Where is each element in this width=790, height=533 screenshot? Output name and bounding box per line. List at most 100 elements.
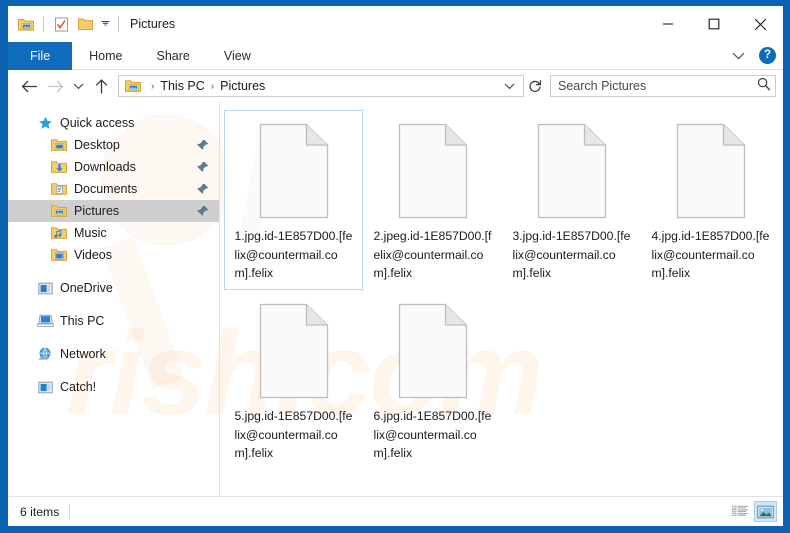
search-icon[interactable] <box>757 77 771 96</box>
status-separator <box>69 504 71 519</box>
file-item[interactable]: 4.jpg.id-1E857D00.[felix@countermail.com… <box>641 110 780 290</box>
star-icon <box>36 115 54 131</box>
file-name: 6.jpg.id-1E857D00.[felix@countermail.com… <box>373 409 492 460</box>
address-bar: › This PC › Pictures Search Pictures <box>8 70 783 102</box>
onedrive-icon <box>36 280 54 296</box>
folder-music-icon <box>50 225 68 241</box>
status-bar: 6 items <box>8 496 783 526</box>
maximize-icon[interactable] <box>691 6 737 42</box>
generic-file-icon <box>536 123 608 219</box>
sidebar-item-videos[interactable]: Videos <box>8 244 219 266</box>
properties-checkbox-icon[interactable] <box>49 12 73 36</box>
view-mode-buttons <box>729 501 777 522</box>
ribbon-collapse-chevron-down-icon[interactable] <box>727 45 749 67</box>
generic-file-icon <box>258 303 330 399</box>
new-folder-icon[interactable] <box>73 12 97 36</box>
sidebar-label: Downloads <box>74 160 136 174</box>
folder-pictures-icon[interactable] <box>14 12 38 36</box>
window-title: Pictures <box>130 17 176 31</box>
file-name: 3.jpg.id-1E857D00.[felix@countermail.com… <box>512 229 631 280</box>
arrow-up-icon[interactable] <box>88 73 114 99</box>
generic-file-icon <box>258 123 330 219</box>
sidebar-label: Documents <box>74 182 138 196</box>
file-name: 4.jpg.id-1E857D00.[felix@countermail.com… <box>651 229 770 280</box>
sidebar-label: Pictures <box>74 204 120 218</box>
ribbon-tab-bar: File Home Share View ? <box>8 42 783 70</box>
tab-home[interactable]: Home <box>72 42 139 70</box>
close-icon[interactable] <box>737 6 783 42</box>
details-view-icon[interactable] <box>729 501 752 522</box>
qat-customize-chevron-down-icon[interactable] <box>97 13 113 35</box>
item-count-label: 6 items <box>20 504 60 519</box>
sidebar-label: This PC <box>60 314 105 328</box>
file-list-view[interactable]: 1.jpg.id-1E857D00.[felix@countermail.com… <box>220 102 783 496</box>
network-icon <box>36 346 54 362</box>
tab-share[interactable]: Share <box>140 42 207 70</box>
sidebar-label: OneDrive <box>60 281 113 295</box>
sidebar-item-documents[interactable]: Documents <box>8 178 219 200</box>
pin-icon[interactable] <box>197 139 209 151</box>
generic-file-icon <box>675 123 747 219</box>
arrow-left-icon[interactable] <box>16 73 42 99</box>
file-item[interactable]: 3.jpg.id-1E857D00.[felix@countermail.com… <box>502 110 641 290</box>
pin-icon[interactable] <box>197 205 209 217</box>
file-item[interactable]: 1.jpg.id-1E857D00.[felix@countermail.com… <box>224 110 363 290</box>
sidebar-item-pictures[interactable]: Pictures <box>8 200 219 222</box>
breadcrumb-this-pc[interactable]: This PC <box>157 79 207 93</box>
title-bar: Pictures <box>8 6 783 42</box>
window-client-area: P rish.com <box>8 6 783 526</box>
navigation-pane: Quick access Desktop Downloads Documents… <box>8 102 220 496</box>
breadcrumb-folder-pictures-icon <box>124 78 142 94</box>
breadcrumb-bar[interactable]: › This PC › Pictures <box>118 75 524 97</box>
recent-locations-chevron-down-icon[interactable] <box>68 73 88 99</box>
this-pc-icon <box>36 313 54 329</box>
file-item[interactable]: 5.jpg.id-1E857D00.[felix@countermail.com… <box>224 290 363 470</box>
qat-separator-1 <box>43 16 44 32</box>
folder-desktop-icon <box>50 137 68 153</box>
drive-icon <box>36 379 54 395</box>
qat-separator-2 <box>118 16 119 32</box>
pin-icon[interactable] <box>197 161 209 173</box>
tab-view[interactable]: View <box>207 42 268 70</box>
refresh-icon[interactable] <box>524 75 546 97</box>
breadcrumb-dropdown-chevron-down-icon[interactable] <box>502 83 521 90</box>
explorer-body: Quick access Desktop Downloads Documents… <box>8 102 783 496</box>
explorer-window: P rish.com <box>0 0 790 533</box>
ribbon-right-controls: ? <box>727 42 783 69</box>
sidebar-item-catch[interactable]: Catch! <box>8 376 219 398</box>
file-item[interactable]: 6.jpg.id-1E857D00.[felix@countermail.com… <box>363 290 502 470</box>
sidebar-label: Quick access <box>60 116 135 130</box>
file-name: 5.jpg.id-1E857D00.[felix@countermail.com… <box>234 409 353 460</box>
folder-documents-icon <box>50 181 68 197</box>
generic-file-icon <box>397 303 469 399</box>
folder-downloads-icon <box>50 159 68 175</box>
breadcrumb-separator-2: › <box>210 80 215 92</box>
breadcrumb-pictures[interactable]: Pictures <box>217 79 268 93</box>
sidebar-item-music[interactable]: Music <box>8 222 219 244</box>
search-input[interactable]: Search Pictures <box>550 75 776 97</box>
sidebar-label: Music <box>74 226 107 240</box>
sidebar-item-downloads[interactable]: Downloads <box>8 156 219 178</box>
sidebar-item-desktop[interactable]: Desktop <box>8 134 219 156</box>
sidebar-item-network[interactable]: Network <box>8 343 219 365</box>
arrow-right-icon <box>42 73 68 99</box>
sidebar-item-quick-access[interactable]: Quick access <box>8 112 219 134</box>
folder-pictures-icon <box>50 203 68 219</box>
sidebar-label: Catch! <box>60 380 97 394</box>
help-icon[interactable]: ? <box>759 47 776 64</box>
sidebar-item-onedrive[interactable]: OneDrive <box>8 277 219 299</box>
folder-videos-icon <box>50 247 68 263</box>
pin-icon[interactable] <box>197 183 209 195</box>
sidebar-label: Network <box>60 347 106 361</box>
minimize-icon[interactable] <box>645 6 691 42</box>
sidebar-item-this-pc[interactable]: This PC <box>8 310 219 332</box>
sidebar-label: Videos <box>74 248 112 262</box>
tab-file[interactable]: File <box>8 42 73 70</box>
file-name: 2.jpeg.id-1E857D00.[felix@countermail.co… <box>373 229 492 280</box>
caption-buttons <box>645 6 783 42</box>
file-item[interactable]: 2.jpeg.id-1E857D00.[felix@countermail.co… <box>363 110 502 290</box>
large-icons-view-icon[interactable] <box>754 501 777 522</box>
